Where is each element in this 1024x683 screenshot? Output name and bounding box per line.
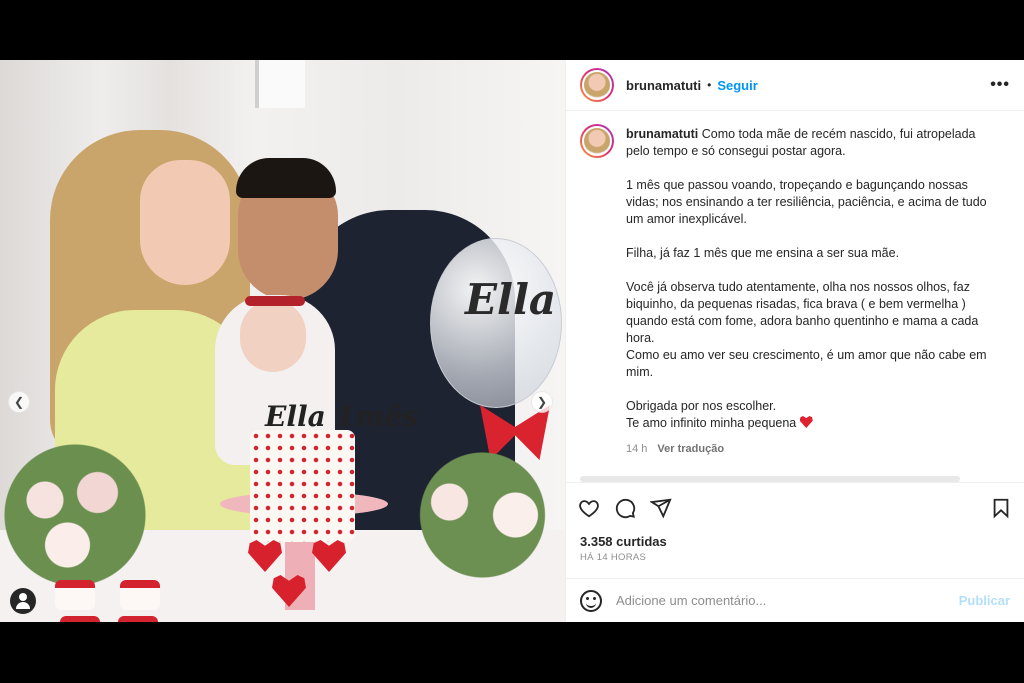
publish-button[interactable]: Publicar: [959, 593, 1010, 608]
post-photo[interactable]: Ella 1mês Ella ❮ ❯: [0, 60, 565, 622]
cupcake: [118, 616, 158, 622]
cake-topper: Ella 1mês: [265, 400, 419, 433]
emoji-icon[interactable]: [580, 589, 602, 612]
baby-face: [240, 300, 306, 372]
photo-window: [255, 60, 305, 108]
post-timestamp[interactable]: HÁ 14 HORAS: [580, 552, 646, 563]
likes-count[interactable]: 3.358 curtidas: [580, 534, 667, 549]
post-sidebar: brunamatuti • Seguir ••• brunamatuti Com…: [565, 60, 1024, 622]
header-username[interactable]: brunamatuti: [626, 78, 701, 93]
caption-line: Obrigada por nos escolher. Te amo infini…: [626, 399, 797, 430]
balloon-text: Ella: [465, 275, 557, 324]
caption-text: brunamatuti Como toda mãe de recém nasci…: [626, 126, 996, 449]
instagram-post: Ella 1mês Ella ❮ ❯ brunamatuti • Seguir …: [0, 60, 1024, 622]
avatar[interactable]: [580, 68, 614, 102]
post-header: brunamatuti • Seguir •••: [566, 60, 1024, 111]
caption: brunamatuti Como toda mãe de recém nasci…: [580, 124, 1010, 449]
follow-button[interactable]: Seguir: [717, 78, 757, 93]
comment-input[interactable]: [616, 593, 959, 608]
translate-link[interactable]: Ver tradução: [657, 443, 724, 455]
red-heart-icon: [799, 416, 813, 428]
birthday-cake: [250, 430, 355, 542]
comment-icon[interactable]: [612, 495, 638, 521]
caption-username[interactable]: brunamatuti: [626, 127, 698, 141]
caption-time: 14 h: [626, 443, 648, 455]
share-icon[interactable]: [648, 495, 674, 521]
caption-paragraph: brunamatuti Como toda mãe de recém nasci…: [626, 127, 976, 158]
baby-headband: [245, 296, 305, 306]
cupcake: [60, 616, 100, 622]
separator-dot: •: [707, 78, 712, 92]
flower-arrangement-right: [400, 450, 565, 580]
user-tag-icon[interactable]: [10, 588, 36, 614]
flower-arrangement-left: [0, 440, 150, 590]
more-icon[interactable]: •••: [990, 76, 1010, 94]
comments-section[interactable]: brunamatuti Como toda mãe de recém nasci…: [566, 112, 1024, 477]
caption-paragraph: Você já observa tudo atentamente, olha n…: [626, 280, 987, 379]
chevron-left-icon[interactable]: ❮: [8, 391, 30, 413]
action-bar: [566, 482, 1024, 532]
avatar-image: [582, 70, 612, 100]
mother-face: [140, 160, 230, 285]
caption-paragraph: Filha, já faz 1 mês que me ensina a ser …: [626, 246, 900, 260]
father-hair: [236, 158, 336, 198]
caption-avatar[interactable]: [580, 124, 614, 158]
bookmark-icon[interactable]: [988, 495, 1014, 521]
avatar-image: [582, 126, 612, 156]
cupcake: [120, 580, 160, 610]
caption-paragraph: Obrigada por nos escolher. Te amo infini…: [626, 398, 996, 432]
heart-icon[interactable]: [576, 495, 602, 521]
caption-paragraph: 1 mês que passou voando, tropeçando e ba…: [626, 178, 987, 226]
chevron-right-icon[interactable]: ❯: [531, 391, 553, 413]
next-comment-preview: [580, 472, 1000, 482]
cupcake: [55, 580, 95, 610]
comment-form: Publicar: [566, 578, 1024, 622]
